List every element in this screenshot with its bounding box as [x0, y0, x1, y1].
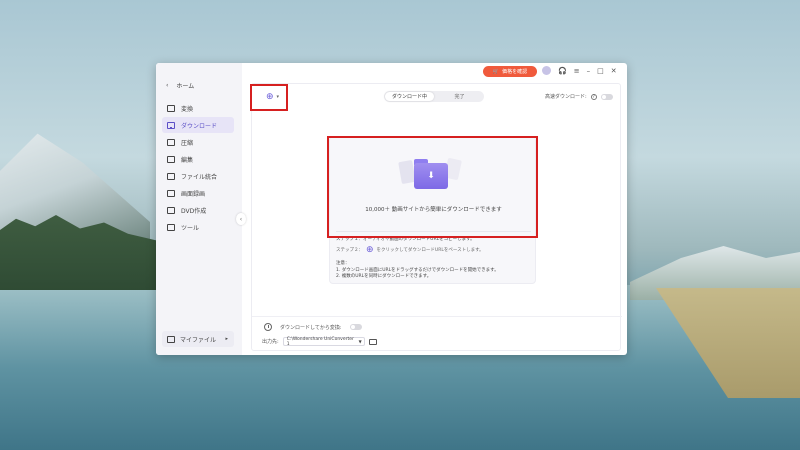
home-label: ホーム [176, 83, 195, 90]
avatar[interactable] [542, 66, 551, 75]
help-icon[interactable]: ? [590, 93, 597, 100]
minimize-icon[interactable]: – [587, 67, 591, 75]
screen-record-icon [167, 189, 175, 197]
download-icon [167, 121, 175, 129]
step2-text: ステップ２： ⊕ をクリックしてダウンロードURLをペーストします。 [336, 245, 484, 255]
tab-completed[interactable]: 完了 [435, 91, 484, 102]
close-icon[interactable]: ✕ [611, 67, 617, 75]
sidebar-item-screen-record[interactable]: 画面録画 [162, 185, 234, 201]
scissors-icon [167, 155, 175, 163]
sidebar-item-compress[interactable]: 圧縮 [162, 134, 234, 150]
merge-icon [167, 172, 175, 180]
bottom-bar: ダウンロードしてから変換: 出力先: C:\Wondershare UniCon… [252, 316, 622, 352]
convert-after-toggle[interactable] [349, 324, 362, 330]
notes: 注意： 1. ダウンロード画面にURLをドラッグするだけでダウンロードを開始でき… [336, 261, 499, 281]
sidebar-item-label: ツール [181, 224, 200, 232]
headset-icon[interactable]: 🎧 [558, 67, 567, 75]
sidebar-item-label: DVD作成 [181, 207, 207, 215]
sidebar-item-label: 圧縮 [181, 139, 194, 147]
sidebar-item-tools[interactable]: ツール [162, 219, 234, 235]
my-files-label: マイファイル [180, 336, 217, 344]
tab-downloading[interactable]: ダウンロード中 [385, 92, 434, 101]
check-price-label: 価格を確認 [502, 69, 528, 75]
my-files-button[interactable]: マイファイル ▸ [162, 331, 234, 347]
high-speed-download: 高速ダウンロード: ? [545, 93, 613, 100]
note-item: 2. 複数のURLを同時にダウンロードできます。 [336, 274, 432, 279]
sidebar-item-dvd[interactable]: DVD作成 [162, 202, 234, 218]
output-label: 出力先: [262, 339, 279, 345]
convert-after-download: ダウンロードしてから変換: [264, 323, 362, 331]
dvd-icon [167, 206, 175, 214]
titlebar: 🛒 価格を確認 🎧 ≡ – □ ✕ [242, 63, 627, 81]
chevron-right-icon: ▸ [225, 336, 228, 342]
sidebar-item-label: ファイル統合 [181, 173, 218, 181]
chevron-down-icon: ▼ [358, 339, 362, 344]
add-link-icon: ⊕ [366, 245, 374, 255]
sidebar-item-merge[interactable]: ファイル統合 [162, 168, 234, 184]
sidebar-item-edit[interactable]: 編集 [162, 151, 234, 167]
cart-icon: 🛒 [492, 68, 500, 75]
back-arrow-icon: ‹ [166, 82, 169, 89]
folder-icon [167, 335, 175, 343]
output-path-select[interactable]: C:\Wondershare UniConverter 1 ▼ [282, 336, 365, 347]
high-speed-label: 高速ダウンロード: [545, 94, 587, 100]
high-speed-toggle[interactable] [600, 93, 613, 100]
sidebar-item-label: 画面録画 [181, 190, 206, 198]
convert-after-label: ダウンロードしてから変換: [280, 324, 342, 331]
sidebar-item-label: 編集 [181, 156, 194, 164]
home-link[interactable]: ‹ ホーム [166, 81, 194, 90]
folder-icon[interactable] [368, 338, 377, 345]
clock-icon [264, 323, 272, 331]
highlight-box-drop-area [327, 136, 538, 238]
highlight-box-add-button [250, 84, 288, 111]
sidebar-collapse-button[interactable]: ‹ [236, 213, 246, 225]
window-controls: 🎧 ≡ – □ ✕ [542, 66, 617, 75]
download-tabs: ダウンロード中 完了 [384, 91, 484, 102]
sidebar: ‹ ホーム 変換 ダウンロード 圧縮 編集 ファイル統合 画面録画 DVD作成 … [156, 63, 242, 355]
check-price-button[interactable]: 🛒 価格を確認 [483, 66, 537, 77]
output-path-value: C:\Wondershare UniConverter 1 [286, 336, 354, 347]
sidebar-item-download[interactable]: ダウンロード [162, 117, 234, 133]
sidebar-item-convert[interactable]: 変換 [162, 100, 234, 116]
maximize-icon[interactable]: □ [597, 67, 604, 75]
convert-icon [167, 104, 175, 112]
output-location: 出力先: C:\Wondershare UniConverter 1 ▼ [262, 336, 377, 347]
grid-icon [167, 223, 175, 231]
menu-icon[interactable]: ≡ [574, 67, 580, 75]
sidebar-item-label: ダウンロード [181, 122, 218, 130]
sidebar-item-label: 変換 [181, 105, 194, 113]
compress-icon [167, 138, 175, 146]
